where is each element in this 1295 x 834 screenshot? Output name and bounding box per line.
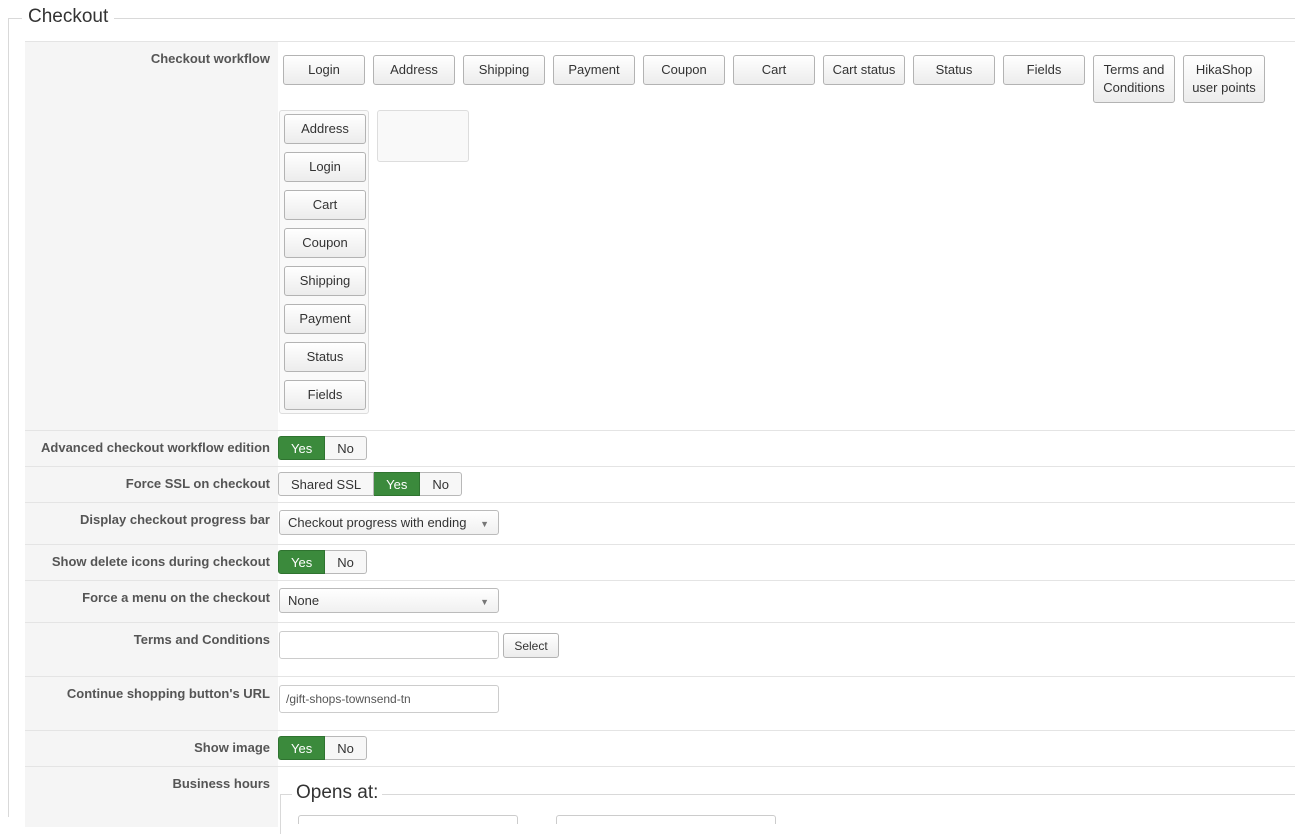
fieldset-border-left <box>8 18 9 817</box>
palette-fields-button[interactable]: Fields <box>1003 55 1085 85</box>
palette-payment-button[interactable]: Payment <box>553 55 635 85</box>
label-progress-bar: Display checkout progress bar <box>79 512 270 527</box>
advanced-workflow-toggle[interactable]: Yes No <box>278 436 367 460</box>
delete-icons-no-option[interactable]: No <box>325 550 367 574</box>
terms-select-button[interactable]: Select <box>503 633 559 658</box>
row-continue-url: Continue shopping button's URL /gift-sho… <box>25 676 1295 730</box>
checkout-settings-table: Checkout workflow Login Address Shipping… <box>25 41 1295 834</box>
row-terms: Terms and Conditions Select <box>25 622 1295 676</box>
step-payment[interactable]: Payment <box>284 304 366 334</box>
row-progress-bar: Display checkout progress bar Checkout p… <box>25 502 1295 544</box>
label-advanced-workflow: Advanced checkout workflow edition <box>41 440 270 455</box>
ssl-shared-option[interactable]: Shared SSL <box>278 472 375 496</box>
show-image-yes-option[interactable]: Yes <box>278 736 326 760</box>
row-force-menu: Force a menu on the checkout None ▼ <box>25 580 1295 622</box>
continue-url-input[interactable]: /gift-shops-townsend-tn <box>279 685 499 713</box>
label-checkout-workflow: Checkout workflow <box>150 51 270 66</box>
row-advanced-workflow: Advanced checkout workflow edition Yes N… <box>25 430 1295 466</box>
opens-fieldset-border-left <box>280 794 281 834</box>
label-delete-icons: Show delete icons during checkout <box>51 554 270 569</box>
chevron-down-icon: ▼ <box>480 519 489 529</box>
ssl-yes-option[interactable]: Yes <box>374 472 421 496</box>
palette-status-button[interactable]: Status <box>913 55 995 85</box>
step-login[interactable]: Login <box>284 152 366 182</box>
opens-minute-select[interactable] <box>556 815 776 824</box>
section-title: Checkout <box>22 6 115 28</box>
step-coupon[interactable]: Coupon <box>284 228 366 258</box>
progress-bar-select[interactable]: Checkout progress with ending ▼ <box>279 510 499 535</box>
palette-address-button[interactable]: Address <box>373 55 455 85</box>
force-menu-select[interactable]: None ▼ <box>279 588 499 613</box>
show-image-no-option[interactable]: No <box>325 736 367 760</box>
opens-at-title: Opens at: <box>292 782 383 804</box>
workflow-drop-zone[interactable] <box>377 110 469 162</box>
palette-login-button[interactable]: Login <box>283 55 365 85</box>
step-cart[interactable]: Cart <box>284 190 366 220</box>
label-business-hours: Business hours <box>172 776 270 791</box>
step-shipping[interactable]: Shipping <box>284 266 366 296</box>
palette-cart-button[interactable]: Cart <box>733 55 815 85</box>
delete-icons-yes-option[interactable]: Yes <box>278 550 326 574</box>
label-terms: Terms and Conditions <box>133 632 270 647</box>
step-status[interactable]: Status <box>284 342 366 372</box>
palette-user-points-button[interactable]: HikaShop user points <box>1183 55 1265 103</box>
palette-cart-status-button[interactable]: Cart status <box>823 55 905 85</box>
delete-icons-toggle[interactable]: Yes No <box>278 550 367 574</box>
advanced-yes-option[interactable]: Yes <box>278 436 326 460</box>
palette-shipping-button[interactable]: Shipping <box>463 55 545 85</box>
fieldset-border-top <box>8 18 1295 19</box>
force-ssl-toggle[interactable]: Shared SSL Yes No <box>278 472 462 496</box>
label-show-image: Show image <box>194 740 270 755</box>
show-image-toggle[interactable]: Yes No <box>278 736 367 760</box>
terms-input[interactable] <box>279 631 499 659</box>
palette-coupon-button[interactable]: Coupon <box>643 55 725 85</box>
row-checkout-workflow: Checkout workflow Login Address Shipping… <box>25 41 1295 430</box>
label-force-ssl: Force SSL on checkout <box>125 476 270 491</box>
advanced-no-option[interactable]: No <box>325 436 367 460</box>
row-force-ssl: Force SSL on checkout Shared SSL Yes No <box>25 466 1295 502</box>
opens-fieldset-border <box>280 794 1295 795</box>
row-business-hours: Business hours Opens at: <box>25 766 1295 834</box>
label-continue-url: Continue shopping button's URL <box>66 686 270 701</box>
row-delete-icons: Show delete icons during checkout Yes No <box>25 544 1295 580</box>
step-address[interactable]: Address <box>284 114 366 144</box>
step-fields[interactable]: Fields <box>284 380 366 410</box>
row-show-image: Show image Yes No <box>25 730 1295 766</box>
ssl-no-option[interactable]: No <box>420 472 462 496</box>
palette-terms-button[interactable]: Terms and Conditions <box>1093 55 1175 103</box>
opens-hour-select[interactable] <box>298 815 518 824</box>
label-force-menu: Force a menu on the checkout <box>82 590 270 605</box>
chevron-down-icon: ▼ <box>480 597 489 607</box>
